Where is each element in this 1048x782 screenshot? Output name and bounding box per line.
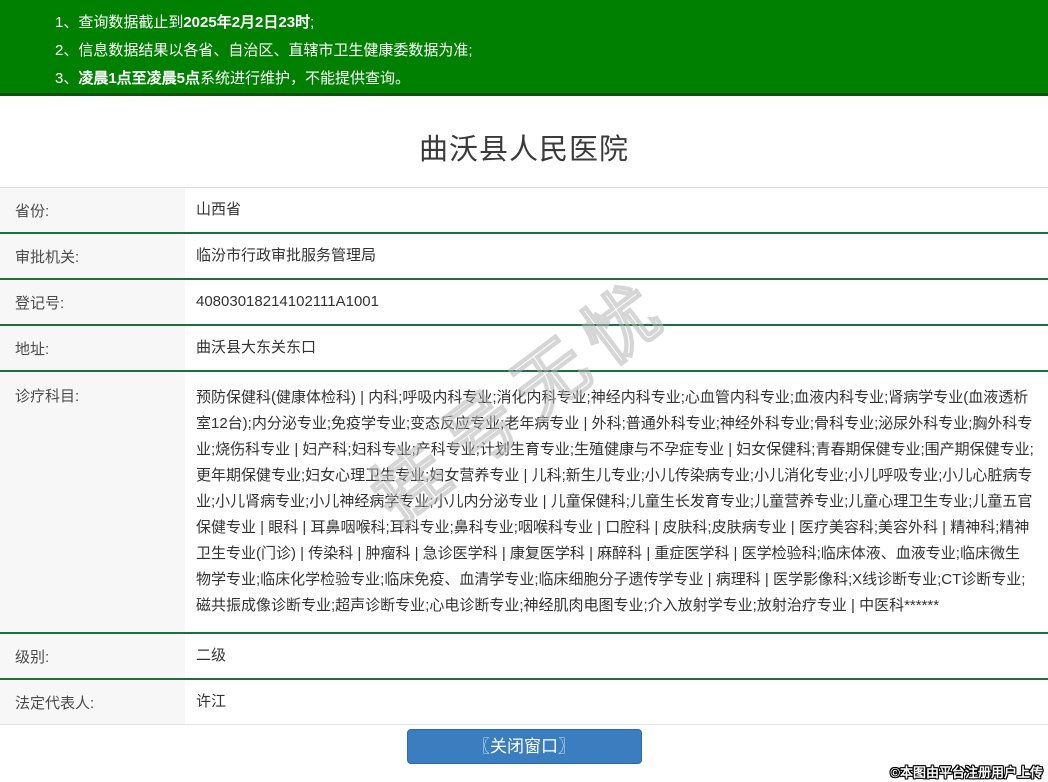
table-row-province: 省份: 山西省: [0, 188, 1048, 234]
platform-upload-watermark: ©本图由平台注册用户上传: [890, 765, 1043, 780]
field-value-registration-number: 40803018214102111A1001: [196, 293, 379, 310]
notice-line-1: 1、查询数据截止到2025年2月2日23时;: [55, 9, 1028, 37]
field-label-departments: 诊疗科目:: [0, 372, 185, 632]
notice-line-3-bold: 凌晨1点至凌晨5点: [78, 70, 201, 87]
field-label-legal-representative: 法定代表人:: [0, 680, 185, 724]
notice-line-3-suffix: 系统进行维护，不能提供查询。: [200, 70, 411, 87]
field-label-level: 级别:: [0, 634, 185, 678]
page-title: 曲沃县人民医院: [418, 134, 629, 166]
table-row-address: 地址: 曲沃县大东关东口: [0, 326, 1048, 372]
field-label-approval-authority: 审批机关:: [0, 234, 185, 278]
table-row-departments: 诊疗科目: 预防保健科(健康体检科) | 内科;呼吸内科专业;消化内科专业;神经…: [0, 372, 1048, 634]
notice-line-3: 3、凌晨1点至凌晨5点系统进行维护，不能提供查询。: [55, 65, 1028, 93]
notice-banner: 1、查询数据截止到2025年2月2日23时; 2、信息数据结果以各省、自治区、直…: [0, 0, 1048, 96]
field-label-registration-number: 登记号:: [0, 280, 185, 324]
table-row-legal-representative: 法定代表人: 许江: [0, 680, 1048, 725]
notice-line-1-text: 1、查询数据截止到: [55, 14, 184, 31]
notice-line-1-bold: 2025年2月2日23时: [183, 14, 311, 31]
table-row-level: 级别: 二级: [0, 634, 1048, 680]
field-value-departments: 预防保健科(健康体检科) | 内科;呼吸内科专业;消化内科专业;神经内科专业;心…: [196, 389, 1034, 614]
close-window-button[interactable]: 〖关闭窗口〗: [406, 729, 642, 764]
notice-line-2: 2、信息数据结果以各省、自治区、直辖市卫生健康委数据为准;: [55, 37, 1028, 65]
field-value-province: 山西省: [196, 201, 242, 218]
field-value-approval-authority: 临汾市行政审批服务管理局: [196, 247, 377, 264]
table-row-approval-authority: 审批机关: 临汾市行政审批服务管理局: [0, 234, 1048, 280]
table-row-registration-number: 登记号: 40803018214102111A1001: [0, 280, 1048, 326]
field-value-level: 二级: [196, 647, 227, 664]
notice-line-1-suffix: ;: [310, 14, 315, 31]
field-label-address: 地址:: [0, 326, 185, 370]
hospital-info-table: 省份: 山西省 审批机关: 临汾市行政审批服务管理局 登记号: 40803018…: [0, 187, 1048, 725]
field-value-address: 曲沃县大东关东口: [196, 339, 317, 356]
notice-line-2-text: 2、信息数据结果以各省、自治区、直辖市卫生健康委数据为准;: [55, 42, 473, 59]
notice-line-3-text: 3、: [55, 70, 79, 87]
field-value-legal-representative: 许江: [196, 693, 227, 710]
field-label-province: 省份:: [0, 188, 185, 232]
